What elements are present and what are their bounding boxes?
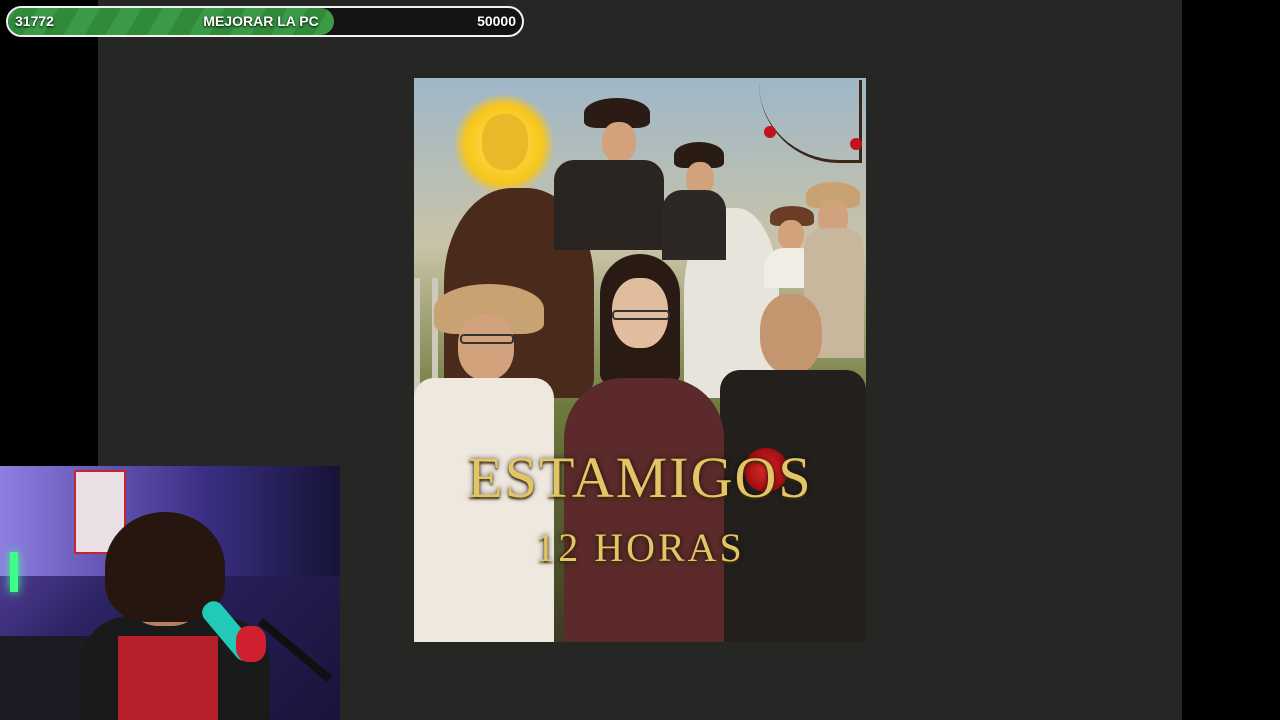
rose-icon <box>850 138 862 150</box>
streamer-webcam <box>0 466 340 720</box>
sun-face <box>482 114 528 170</box>
poster-title: ESTAMIGOS <box>467 445 813 510</box>
goal-label: MEJORAR LA PC <box>203 13 319 29</box>
rose-icon <box>764 126 776 138</box>
jersey-stripe <box>118 636 218 720</box>
goal-target-value: 50000 <box>477 13 516 29</box>
figurine <box>236 626 266 662</box>
poster-subtitle: 12 HORAS <box>535 525 745 570</box>
right-letterbox <box>1182 0 1280 720</box>
goal-progress-bar: 31772 MEJORAR LA PC 50000 <box>6 6 524 37</box>
movie-poster: ESTAMIGOS 12 HORAS <box>414 78 866 642</box>
neon-light <box>10 552 18 592</box>
thorn-branch <box>759 80 862 163</box>
